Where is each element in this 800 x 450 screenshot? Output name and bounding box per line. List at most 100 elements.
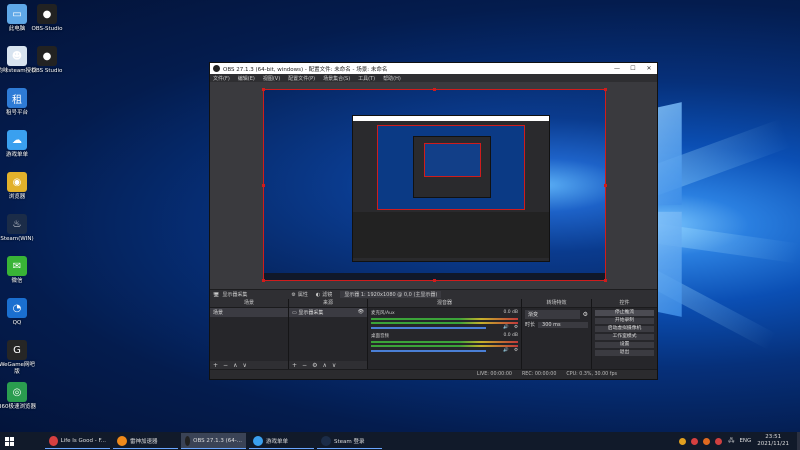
scene-item[interactable]: 场景	[210, 308, 288, 317]
desktop-icon-rental-platform[interactable]: 租租号平台	[0, 88, 37, 117]
taskbar-item-label: Life Is Good - F...	[60, 437, 106, 444]
transitions-dock: 转场特效 渐变 ⚙ 时长 300 ms	[522, 299, 592, 369]
tray-app-icon[interactable]	[703, 437, 711, 445]
desktop-icon-label: 微信	[11, 278, 23, 284]
menu-view[interactable]: 视图(V)	[263, 75, 280, 82]
preview-area[interactable]	[210, 82, 657, 290]
desktop-icon-browser-360[interactable]: ◎ 360极速浏览器	[0, 382, 37, 411]
filter-icon[interactable]: ◐	[316, 292, 320, 298]
gear-icon[interactable]: ⚙	[291, 292, 295, 298]
scenes-footer: + − ∧ ∨	[210, 361, 288, 369]
desktop-icon-wechat[interactable]: ✉ 微信	[0, 256, 37, 285]
desktop-icon-label: WeGame网吧版	[0, 362, 35, 375]
studio-mode-button[interactable]: 工作室模式	[595, 333, 654, 340]
taskbar-item[interactable]: 雷神加速器	[113, 433, 178, 449]
resize-handle[interactable]	[262, 279, 265, 282]
resize-handle[interactable]	[262, 184, 265, 187]
settings-button[interactable]: 设置	[595, 341, 654, 348]
mixer-channel-desktop: 桌面音频 0.0 dB 🔊 ⚙	[368, 331, 521, 354]
properties-button[interactable]: 属性	[298, 291, 308, 298]
taskbar-item[interactable]: Life Is Good - F...	[45, 433, 110, 449]
resize-handle[interactable]	[604, 279, 607, 282]
remove-icon[interactable]: −	[302, 362, 307, 369]
volume-slider[interactable]	[371, 327, 486, 329]
menu-edit[interactable]: 编辑(E)	[238, 75, 255, 82]
resize-handle[interactable]	[433, 88, 436, 91]
menu-tools[interactable]: 工具(T)	[358, 75, 375, 82]
resize-handle[interactable]	[604, 88, 607, 91]
desktop-icon-label: 360极速浏览器	[0, 404, 36, 410]
desktop-icon-obs-studio[interactable]: ● OBS Studio	[27, 46, 67, 75]
speaker-icon[interactable]: 🔊	[503, 348, 509, 353]
move-down-icon[interactable]: ∨	[242, 362, 246, 369]
taskbar-item[interactable]: 游戏单单	[249, 433, 314, 449]
desktop-icon-qq[interactable]: ◔ QQ	[0, 298, 37, 327]
desktop-icon-label: Steam(WIN)	[0, 236, 34, 242]
desktop-icon-obs[interactable]: ● OBS-Studio	[27, 4, 67, 33]
network-icon[interactable]: 🖧	[728, 437, 734, 446]
gear-icon[interactable]: ⚙	[312, 362, 317, 369]
channel-db: 0.0 dB	[503, 333, 518, 338]
taskbar-item-label: OBS 27.1.3 (64-...	[193, 437, 242, 444]
desktop-icon-wegame[interactable]: G WeGame网吧版	[0, 340, 37, 376]
volume-slider[interactable]	[371, 350, 486, 352]
source-item[interactable]: ▭ 显示器采集 👁	[289, 308, 367, 317]
sources-footer: + − ⚙ ∧ ∨	[289, 361, 367, 369]
wechat-icon: ✉	[7, 256, 27, 276]
add-icon[interactable]: +	[292, 362, 297, 369]
menu-file[interactable]: 文件(F)	[213, 75, 230, 82]
remove-icon[interactable]: −	[223, 362, 228, 369]
obs-logo-icon	[213, 65, 220, 72]
obs-window[interactable]: OBS 27.1.3 (64-bit, windows) - 配置文件: 未命名…	[209, 62, 658, 380]
qq-icon: ◔	[7, 298, 27, 318]
desktop-icon-browser[interactable]: ◉ 浏览器	[0, 172, 37, 201]
menu-scene-collection[interactable]: 场景集合(S)	[323, 75, 350, 82]
start-recording-button[interactable]: 开始录制	[595, 317, 654, 324]
close-icon[interactable]: ✕	[641, 65, 657, 72]
clock[interactable]: 23:51 2021/11/21	[757, 434, 789, 448]
gear-icon[interactable]: ⚙	[583, 311, 588, 318]
obs-titlebar[interactable]: OBS 27.1.3 (64-bit, windows) - 配置文件: 未命名…	[210, 63, 657, 74]
minimize-icon[interactable]: —	[609, 65, 625, 72]
menu-help[interactable]: 帮助(H)	[383, 75, 401, 82]
move-up-icon[interactable]: ∧	[322, 362, 326, 369]
gear-icon[interactable]: ⚙	[514, 325, 518, 330]
tray-app-icon[interactable]	[715, 437, 723, 445]
preview-canvas[interactable]	[263, 89, 606, 281]
monitor-icon: ▭	[292, 310, 297, 316]
rental-platform-icon: 租	[7, 88, 27, 108]
add-icon[interactable]: +	[213, 362, 218, 369]
gear-icon[interactable]: ⚙	[514, 348, 518, 353]
move-up-icon[interactable]: ∧	[233, 362, 237, 369]
app-icon	[49, 435, 58, 446]
app-icon	[321, 435, 331, 446]
wegame-icon: G	[7, 340, 27, 360]
exit-button[interactable]: 退出	[595, 349, 654, 356]
resize-handle[interactable]	[262, 88, 265, 91]
taskbar-item[interactable]: Steam 登录	[317, 433, 382, 449]
filters-button[interactable]: 滤镜	[322, 291, 332, 298]
taskbar-item[interactable]: OBS 27.1.3 (64-...	[181, 433, 246, 449]
tray-app-icon[interactable]	[691, 437, 699, 445]
desktop-icon-game-list[interactable]: ☁ 游戏单单	[0, 130, 37, 159]
mixer-channel-mic: 麦克风/Aux 0.0 dB 🔊 ⚙	[368, 308, 521, 331]
resize-handle[interactable]	[604, 184, 607, 187]
stop-streaming-button[interactable]: 停止推流	[595, 309, 654, 316]
status-bar: LIVE: 00:00:00 REC: 00:00:00 CPU: 0.3%, …	[210, 369, 657, 379]
tray-app-icon[interactable]	[679, 437, 687, 445]
speaker-icon[interactable]: 🔊	[503, 325, 509, 330]
app-icon	[117, 435, 127, 446]
desktop-icon-steam[interactable]: ♨ Steam(WIN)	[0, 214, 37, 243]
virtual-camera-button[interactable]: 启动虚拟摄像机	[595, 325, 654, 332]
scenes-title: 场景	[210, 299, 288, 308]
resize-handle[interactable]	[433, 279, 436, 282]
start-button[interactable]	[0, 432, 18, 450]
language-indicator[interactable]: ENG	[739, 438, 751, 444]
menu-profile[interactable]: 配置文件(P)	[288, 75, 315, 82]
transition-select[interactable]: 渐变	[525, 310, 580, 319]
move-down-icon[interactable]: ∨	[332, 362, 336, 369]
eye-icon[interactable]: 👁	[358, 309, 364, 315]
maximize-icon[interactable]: ☐	[625, 65, 641, 72]
duration-input[interactable]: 300 ms	[538, 321, 588, 328]
display-select[interactable]: 显示器 1: 1920x1080 @ 0,0 (主显示器)	[340, 291, 442, 298]
